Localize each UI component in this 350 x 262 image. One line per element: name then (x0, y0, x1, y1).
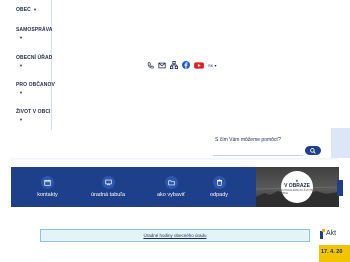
quick-link-uradna-tabula[interactable]: úradná tabuľa (83, 167, 133, 207)
gallery-badge[interactable]: ● V OBRAZE FOTOGALÉRIE ZO ŽIVOTA OBCE (281, 171, 313, 203)
phone-icon[interactable] (147, 61, 154, 69)
facebook-icon[interactable] (182, 61, 190, 69)
chevron-down-icon: ▼ (19, 90, 24, 95)
search-icon (310, 147, 316, 154)
language-switcher[interactable]: SK ▾ (208, 63, 216, 68)
nav-item-label: OBECNÍ ÚŘAD (16, 55, 53, 61)
search-button[interactable] (305, 146, 321, 155)
gallery-badge-subtitle: FOTOGALÉRIE ZO ŽIVOTA OBCE (281, 189, 313, 195)
news-heading-text: Akt (326, 230, 337, 237)
board-icon (101, 176, 115, 189)
quick-link-ako-vybavit[interactable]: ako vybaviť (146, 167, 196, 207)
nav-item-label: PRO OBČANOV (16, 82, 55, 88)
nav-item-zivot-v-obci[interactable]: ŽIVOT V OBCI ▼ (16, 109, 51, 122)
decorative-strip (331, 128, 350, 158)
chevron-down-icon: ▼ (33, 7, 38, 12)
quick-link-label: kontakty (37, 192, 58, 198)
nav-item-label: ŽIVOT V OBCI (16, 109, 51, 115)
folder-icon (164, 176, 178, 189)
nav-item-label: OBEC (16, 7, 31, 13)
office-hours-link[interactable]: Úradné hodiny obecného úradu (143, 233, 206, 238)
nav-item-samosprava[interactable]: SAMOSPRÁVA ▼ (16, 27, 53, 40)
quick-links-band: kontakty úradná tabuľa ako vybaviť odpad… (11, 167, 256, 207)
search-divider (11, 158, 337, 161)
quick-link-label: úradná tabuľa (90, 192, 126, 198)
sitemap-icon[interactable] (170, 61, 178, 69)
quick-link-label: odpady (209, 192, 229, 198)
bin-icon (212, 176, 226, 189)
quick-link-odpady[interactable]: odpady (199, 167, 239, 207)
quick-link-label: ako vybaviť (156, 192, 186, 198)
slider-tab (337, 180, 343, 196)
search-input[interactable] (213, 146, 303, 156)
search-heading: S čím Vám môžeme pomôcť? (215, 137, 282, 143)
nav-item-obec[interactable]: OBEC ▼ (16, 7, 37, 13)
social-bar: SK ▾ (147, 60, 216, 70)
nav-item-pre-obcanov[interactable]: PRO OBČANOV ▼ (16, 82, 55, 95)
main-navigation: OBEC ▼ SAMOSPRÁVA ▼ OBECNÍ ÚŘAD ▼ PRO OB… (11, 0, 55, 130)
chevron-down-icon: ▼ (19, 117, 24, 122)
youtube-icon[interactable] (194, 61, 204, 69)
news-heading-dot (322, 229, 325, 232)
mail-icon[interactable] (158, 62, 166, 69)
chevron-down-icon: ▾ (213, 62, 217, 68)
news-date-badge: 17. 4. 20 (319, 245, 350, 262)
chevron-down-icon: ▼ (19, 63, 24, 68)
calendar-icon (41, 176, 54, 189)
nav-item-obecny-urad[interactable]: OBECNÍ ÚŘAD ▼ (16, 55, 53, 68)
news-date: 17. 4. 20 (321, 249, 343, 255)
news-heading: Akt (320, 229, 350, 241)
chevron-down-icon: ▼ (19, 35, 24, 40)
office-hours-box: Úradné hodiny obecného úradu (40, 229, 310, 242)
nav-item-label: SAMOSPRÁVA (16, 27, 53, 33)
news-heading-marker (320, 231, 323, 239)
quick-link-kontakty[interactable]: kontakty (25, 167, 70, 207)
